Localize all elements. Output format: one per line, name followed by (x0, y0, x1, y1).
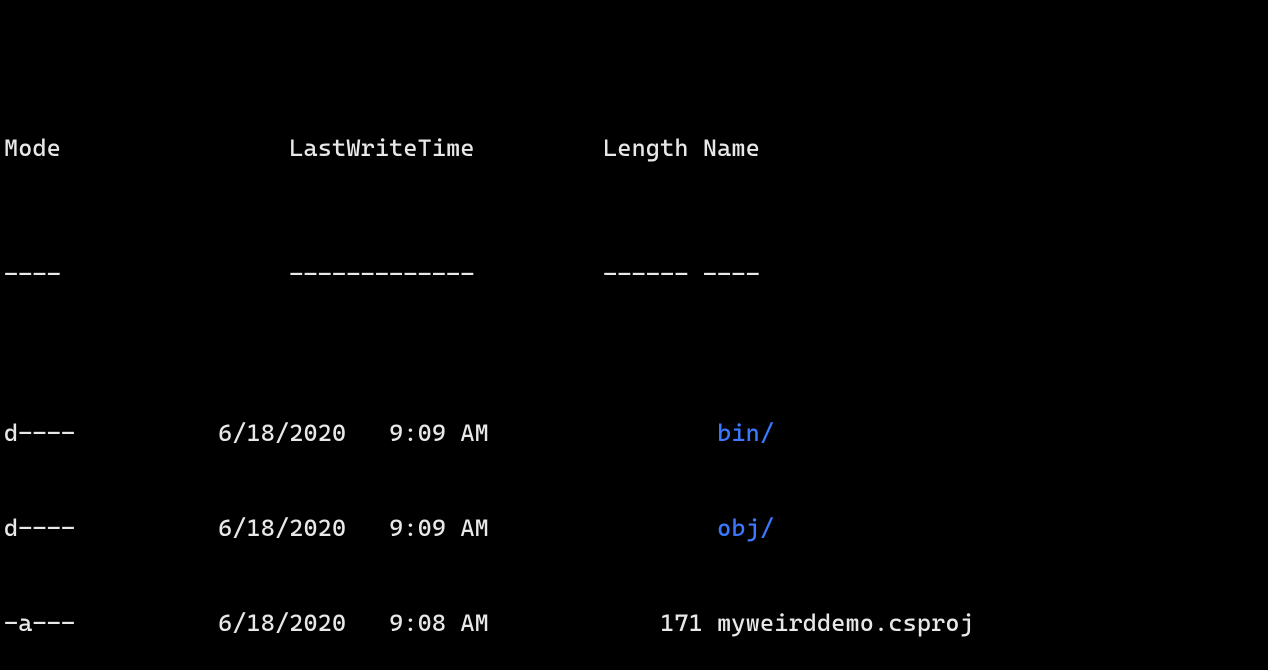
dir-name: bin/ (717, 419, 774, 447)
col-lastwrite: LastWriteTime (289, 134, 474, 162)
dir-listing-separator: ---- ------------- ------ ---- (4, 259, 1264, 291)
dir-name: obj/ (717, 514, 774, 542)
col-mode: Mode (4, 134, 61, 162)
col-length: Length (603, 134, 689, 162)
terminal-window[interactable]: Mode LastWriteTime Length Name ---- ----… (0, 0, 1268, 670)
dir-listing-row: d---- 6/18/2020 9:09 AM obj/ (4, 513, 1264, 545)
dir-listing-row: -a--- 6/18/2020 9:08 AM 171 myweirddemo.… (4, 608, 1264, 640)
dir-listing-row: d---- 6/18/2020 9:09 AM bin/ (4, 418, 1264, 450)
dir-listing-header: Mode LastWriteTime Length Name (4, 133, 1264, 165)
file-name: myweirddemo.csproj (717, 609, 974, 637)
col-name: Name (703, 134, 760, 162)
